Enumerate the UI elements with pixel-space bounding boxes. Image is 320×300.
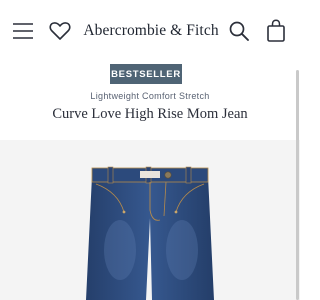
bestseller-badge: BESTSELLER: [110, 64, 182, 84]
menu-icon: [13, 23, 33, 39]
search-icon: [229, 21, 249, 41]
heart-icon: [49, 22, 71, 40]
page-scrollbar[interactable]: [296, 70, 299, 300]
menu-button[interactable]: [8, 0, 38, 62]
top-header: Abercrombie & Fitch: [0, 0, 300, 62]
jeans-image: [86, 166, 214, 300]
product-title: Curve Love High Rise Mom Jean: [52, 106, 248, 122]
brand-logo[interactable]: Abercrombie & Fitch: [83, 0, 218, 62]
product-subtitle: Lightweight Comfort Stretch: [90, 91, 210, 101]
product-image[interactable]: [0, 140, 300, 300]
shopping-bag-icon: [267, 19, 285, 42]
search-button[interactable]: [226, 0, 252, 62]
wishlist-button[interactable]: [46, 0, 74, 62]
shopping-bag-button[interactable]: [262, 0, 290, 62]
